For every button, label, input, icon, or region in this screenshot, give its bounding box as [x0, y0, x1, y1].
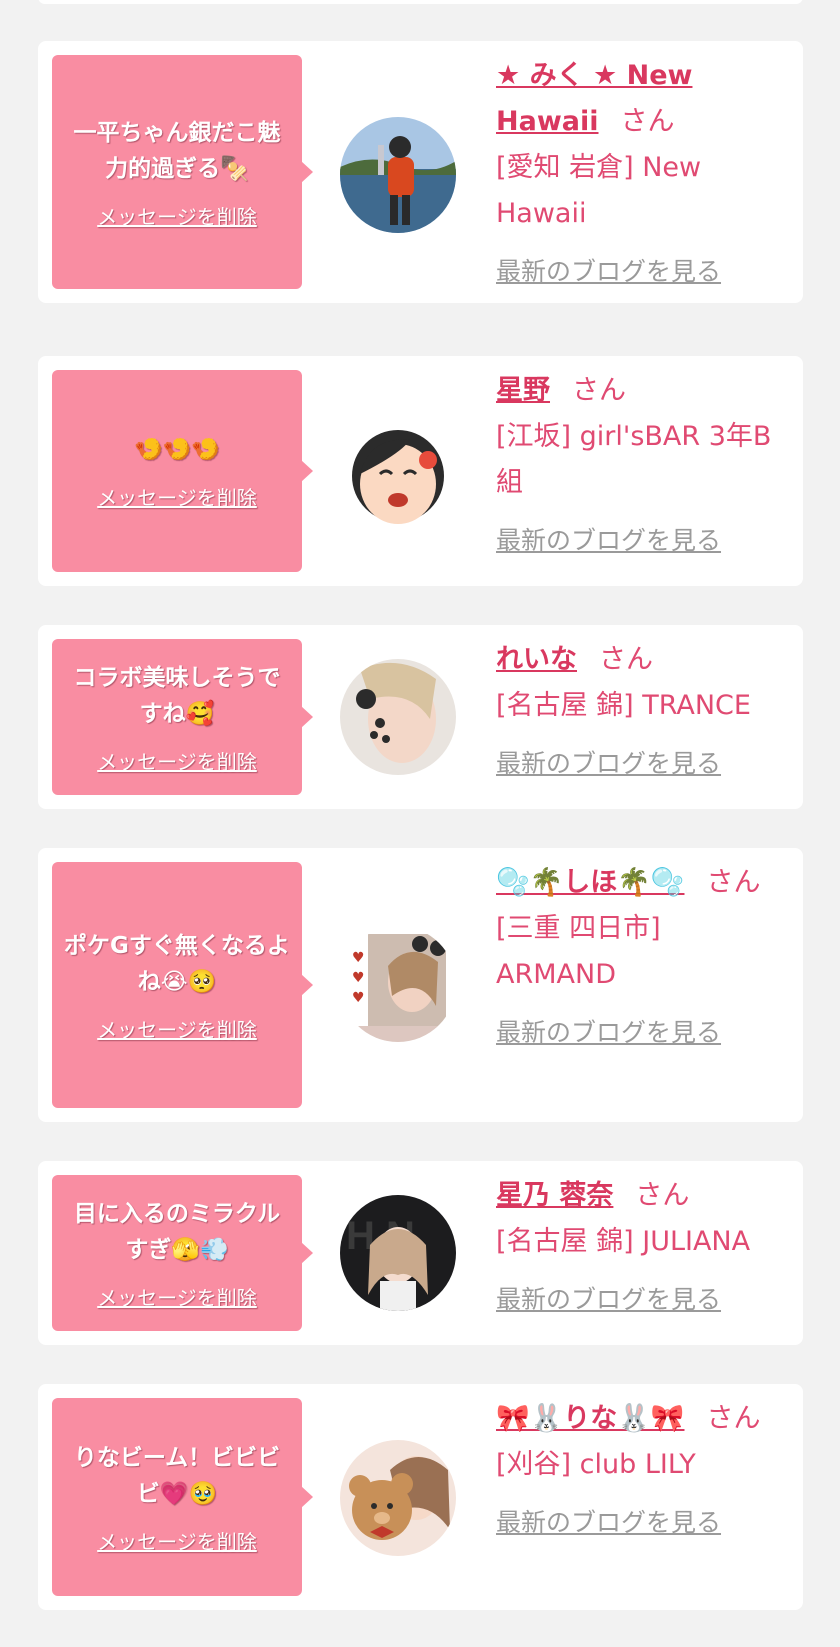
delete-message-link[interactable]: メッセージを削除 — [97, 1282, 257, 1311]
message-card: ポケGすぐ無くなるよね😭🥺 メッセージを削除 ♥ ♥ ♥ 🫧🌴しほ🌴🫧 さん [三… — [38, 848, 803, 1122]
avatar-photo-dark: H N — [340, 1195, 456, 1311]
message-text: 一平ちゃん銀だこ魅力的過ぎる🍢 — [73, 119, 281, 182]
avatar-photo-selfie — [340, 659, 456, 775]
sender-place: [三重 四日市] ARMAND — [496, 913, 661, 990]
delete-message-link[interactable]: メッセージを削除 — [97, 482, 257, 511]
svg-text:♥: ♥ — [352, 990, 365, 1006]
avatar[interactable] — [340, 659, 456, 775]
avatar[interactable]: ♥ ♥ ♥ — [340, 926, 456, 1042]
sender-place: [名古屋 錦] JULIANA — [496, 1226, 751, 1257]
sender-name-link[interactable]: 星乃 蓉奈 — [496, 1180, 613, 1211]
message-card: コラボ美味しそうですね🥰 メッセージを削除 れいな さん [名古屋 錦] TRAN… — [38, 625, 803, 809]
avatar-photo-hearts: ♥ ♥ ♥ — [340, 926, 456, 1042]
sender-place: [江坂] girl'sBAR 3年B組 — [496, 421, 772, 498]
honorific: さん — [706, 867, 761, 898]
sender-info: 星乃 蓉奈 さん [名古屋 錦] JULIANA 最新のブログを見る — [496, 1173, 781, 1323]
latest-blog-link[interactable]: 最新のブログを見る — [496, 1500, 781, 1546]
message-bubble: 🍤🍤🍤 メッセージを削除 — [52, 370, 313, 572]
avatar[interactable] — [340, 414, 456, 530]
avatar-photo-bear — [340, 1440, 456, 1556]
honorific: さん — [572, 375, 626, 406]
honorific: さん — [706, 1403, 761, 1434]
message-bubble: コラボ美味しそうですね🥰 メッセージを削除 — [52, 639, 313, 795]
delete-message-link[interactable]: メッセージを削除 — [97, 1014, 257, 1043]
sender-info: 🫧🌴しほ🌴🫧 さん [三重 四日市] ARMAND 最新のブログを見る — [496, 860, 781, 1056]
latest-blog-link[interactable]: 最新のブログを見る — [496, 249, 781, 295]
honorific: さん — [635, 1180, 690, 1211]
sender-info: れいな さん [名古屋 錦] TRANCE 最新のブログを見る — [496, 637, 781, 787]
message-bubble: りなビーム！ビビビビ💗🥹 メッセージを削除 — [52, 1398, 313, 1596]
message-text: 🍤🍤🍤 — [134, 436, 220, 463]
sender-place: [刈谷] club LILY — [496, 1449, 696, 1480]
message-bubble: 目に入るのミラクルすぎ🫣💨 メッセージを削除 — [52, 1175, 313, 1331]
sender-info: ★ みく ★ New Hawaii さん [愛知 岩倉] New Hawaii 最… — [496, 53, 781, 295]
sender-info: 星野 さん [江坂] girl'sBAR 3年B組 最新のブログを見る — [496, 368, 781, 564]
avatar[interactable]: H N — [340, 1195, 456, 1311]
message-card: 一平ちゃん銀だこ魅力的過ぎる🍢 メッセージを削除 ★ みく ★ New Hawa… — [38, 41, 803, 303]
message-text: コラボ美味しそうですね🥰 — [73, 664, 281, 727]
avatar[interactable] — [340, 1440, 456, 1556]
message-text: りなビーム！ビビビビ💗🥹 — [73, 1444, 281, 1507]
sender-name-link[interactable]: 🫧🌴しほ🌴🫧 — [496, 867, 684, 898]
sender-name-link[interactable]: 🎀🐰りな🐰🎀 — [496, 1403, 684, 1434]
delete-message-link[interactable]: メッセージを削除 — [97, 1526, 257, 1555]
avatar-illustration-girl — [340, 414, 456, 530]
message-bubble: 一平ちゃん銀だこ魅力的過ぎる🍢 メッセージを削除 — [52, 55, 313, 289]
message-card: りなビーム！ビビビビ💗🥹 メッセージを削除 🎀🐰りな🐰🎀 さん [刈谷] club… — [38, 1384, 803, 1610]
sender-name-link[interactable]: 星野 — [496, 375, 550, 406]
latest-blog-link[interactable]: 最新のブログを見る — [496, 741, 781, 787]
sender-name-link[interactable]: れいな — [496, 644, 577, 675]
svg-text:♥: ♥ — [352, 970, 365, 986]
sender-place: [愛知 岩倉] New Hawaii — [496, 152, 702, 229]
avatar-photo-fishing — [340, 117, 456, 233]
sender-place: [名古屋 錦] TRANCE — [496, 690, 751, 721]
message-text: 目に入るのミラクルすぎ🫣💨 — [73, 1200, 281, 1263]
latest-blog-link[interactable]: 最新のブログを見る — [496, 518, 781, 564]
delete-message-link[interactable]: メッセージを削除 — [97, 201, 257, 230]
message-card: 目に入るのミラクルすぎ🫣💨 メッセージを削除 H N 星乃 蓉奈さん [名古屋 … — [38, 1161, 803, 1345]
latest-blog-link[interactable]: 最新のブログを見る — [496, 1277, 781, 1323]
delete-message-link[interactable]: メッセージを削除 — [97, 746, 257, 775]
message-text: ポケGすぐ無くなるよね😭🥺 — [64, 932, 290, 995]
svg-text:♥: ♥ — [352, 950, 365, 966]
message-card: 🍤🍤🍤 メッセージを削除 星野 さん [江坂] girl'sBAR 3年B組 最新… — [38, 356, 803, 586]
avatar[interactable] — [340, 117, 456, 233]
message-bubble: ポケGすぐ無くなるよね😭🥺 メッセージを削除 — [52, 862, 313, 1108]
honorific: さん — [599, 644, 653, 675]
previous-card-edge — [38, 0, 803, 4]
latest-blog-link[interactable]: 最新のブログを見る — [496, 1010, 781, 1056]
honorific: さん — [620, 106, 675, 137]
sender-info: 🎀🐰りな🐰🎀 さん [刈谷] club LILY 最新のブログを見る — [496, 1396, 781, 1546]
